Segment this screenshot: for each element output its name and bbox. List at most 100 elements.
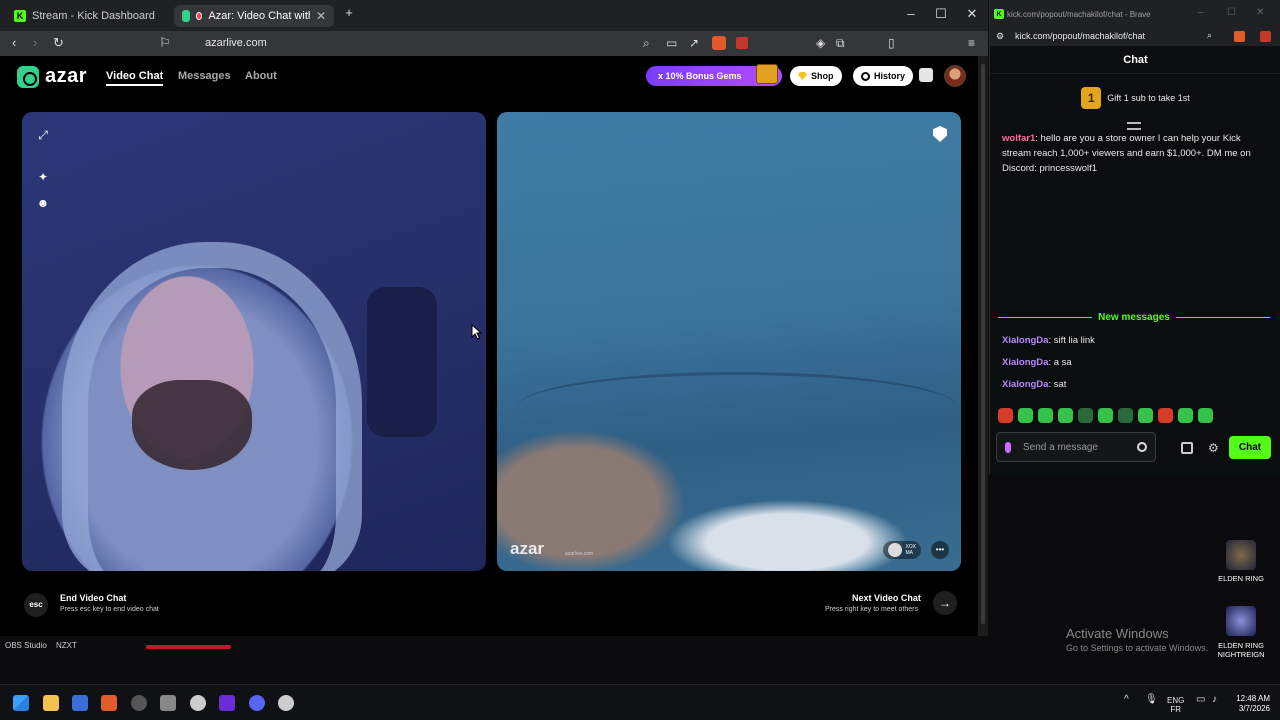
brave-browser-icon[interactable] xyxy=(101,695,117,711)
end-chat-button[interactable]: esc xyxy=(24,593,48,617)
share-icon[interactable]: ↗ xyxy=(689,36,699,50)
chat-bubble-icon[interactable]: ••• xyxy=(931,541,949,559)
gear-icon[interactable]: ⚙ xyxy=(1208,441,1219,455)
close-window-icon[interactable]: ✕ xyxy=(1256,7,1264,18)
minimize-icon[interactable]: – xyxy=(1198,7,1204,18)
emote-icon[interactable] xyxy=(1038,408,1053,423)
file-explorer-icon[interactable] xyxy=(43,695,59,711)
nav-about[interactable]: About xyxy=(245,70,277,82)
extensions-icon[interactable]: ⧉ xyxy=(836,36,845,51)
network-icon[interactable]: ▭ xyxy=(1196,695,1205,705)
scrollbar-thumb[interactable] xyxy=(981,64,985,624)
system-clock[interactable]: 12:48 AM 3/7/2026 xyxy=(1226,694,1270,714)
sidebar-icon[interactable]: ▯ xyxy=(888,36,895,50)
elden-ring-nightreign-icon[interactable] xyxy=(1226,606,1256,636)
reload-icon[interactable]: ↻ xyxy=(53,35,64,51)
back-icon[interactable]: ‹ xyxy=(12,35,16,50)
message-username[interactable]: XialongDa xyxy=(1002,357,1048,368)
windows-start-icon[interactable] xyxy=(13,695,29,711)
emote-icon[interactable] xyxy=(998,408,1013,423)
browser-window: K Stream - Kick Dashboard Azar: Video Ch… xyxy=(0,0,988,636)
url-field[interactable]: azarlive.com xyxy=(180,34,770,53)
chat-title-bar: K kick.com/popout/machakilof/chat - Brav… xyxy=(990,0,1280,28)
app-icon[interactable] xyxy=(160,695,176,711)
store-icon[interactable] xyxy=(919,68,933,82)
brave-shield-icon[interactable] xyxy=(712,36,726,50)
maximize-icon[interactable]: ☐ xyxy=(926,6,956,22)
tab-kick-dashboard[interactable]: K Stream - Kick Dashboard xyxy=(6,5,171,27)
site-info-icon[interactable]: ⚙ xyxy=(996,31,1004,42)
page-scrollbar[interactable] xyxy=(978,56,988,636)
gift-leaderboard[interactable]: 1 Gift 1 sub to take 1st xyxy=(990,74,1280,122)
chat-message-input[interactable]: Send a message xyxy=(996,432,1156,462)
message-username[interactable]: XialongDa xyxy=(1002,379,1048,390)
cast-icon[interactable]: ▭ xyxy=(666,36,677,50)
forward-icon[interactable]: › xyxy=(33,35,37,50)
emote-icon[interactable] xyxy=(1138,408,1153,423)
avatar[interactable] xyxy=(944,65,966,87)
emoji-picker-icon[interactable] xyxy=(1137,442,1147,452)
remote-video: azar azarlive.com XOX MA ••• xyxy=(497,112,961,571)
discord-icon[interactable] xyxy=(249,695,265,711)
brave-rewards-icon[interactable] xyxy=(1260,31,1271,42)
new-tab-icon[interactable]: + xyxy=(334,5,364,20)
obs-icon[interactable] xyxy=(131,695,147,711)
nav-messages[interactable]: Messages xyxy=(178,70,231,82)
chevron-up-icon[interactable]: ^ xyxy=(1124,695,1129,705)
microphone-icon[interactable]: 🎙 xyxy=(1145,695,1158,705)
new-messages-divider: New messages xyxy=(998,310,1270,324)
emote-icon[interactable] xyxy=(1158,408,1173,423)
nzxt-label[interactable]: NZXT xyxy=(56,641,77,650)
magic-wand-icon[interactable]: ✦ xyxy=(36,170,50,184)
emote-icon[interactable] xyxy=(1118,408,1133,423)
menu-icon[interactable]: ≡ xyxy=(968,36,975,50)
tab-azar[interactable]: Azar: Video Chat with New Pe ✕ xyxy=(174,5,334,27)
shop-label: Shop xyxy=(811,71,834,81)
chat-send-button[interactable]: Chat xyxy=(1229,436,1271,459)
bonus-gems-button[interactable]: x 10% Bonus Gems xyxy=(646,64,782,86)
face-filter-icon[interactable]: ☻ xyxy=(36,196,50,210)
zoom-icon[interactable]: ⌕ xyxy=(1207,30,1212,41)
nav-video-chat[interactable]: Video Chat xyxy=(106,70,164,86)
next-chat-button[interactable]: → xyxy=(933,591,957,615)
azar-logo[interactable]: azar xyxy=(17,65,87,88)
shield-icon[interactable]: ◈ xyxy=(816,36,825,50)
g-hub-icon[interactable] xyxy=(278,695,294,711)
history-button[interactable]: History xyxy=(853,66,914,86)
nzxt-icon[interactable] xyxy=(219,695,235,711)
maximize-icon[interactable]: ☐ xyxy=(1227,7,1236,18)
message-username[interactable]: XialongDa xyxy=(1002,335,1048,346)
remote-user-badge[interactable]: XOX MA xyxy=(883,541,921,559)
brave-shield-icon[interactable] xyxy=(1234,31,1245,42)
azar-logo-text: azar xyxy=(45,65,88,87)
emote-icon[interactable] xyxy=(1198,408,1213,423)
emote-icon[interactable] xyxy=(1178,408,1193,423)
close-window-icon[interactable]: ✕ xyxy=(957,6,987,22)
close-tab-icon[interactable]: ✕ xyxy=(316,9,326,23)
elden-ring-icon[interactable] xyxy=(1226,540,1256,570)
shop-button[interactable]: Shop xyxy=(790,66,842,86)
store-app-icon[interactable] xyxy=(72,695,88,711)
report-shield-icon[interactable] xyxy=(933,126,947,142)
obs-studio-label[interactable]: OBS Studio xyxy=(5,641,47,650)
chat-url[interactable]: kick.com/popout/machakilof/chat xyxy=(1015,31,1145,41)
fullscreen-icon[interactable]: ⤢ xyxy=(36,128,50,142)
language-indicator[interactable]: ENG FR xyxy=(1167,696,1184,714)
g-hub-icon[interactable] xyxy=(190,695,206,711)
minimize-icon[interactable]: – xyxy=(896,6,926,21)
brave-rewards-icon[interactable] xyxy=(736,37,748,49)
face-shape xyxy=(132,380,252,470)
zoom-icon[interactable]: ⌕ xyxy=(643,36,650,51)
message-username[interactable]: wolfar1 xyxy=(1002,133,1035,144)
volume-icon[interactable]: ♪ xyxy=(1212,695,1217,705)
emote-icon[interactable] xyxy=(1098,408,1113,423)
url-text: azarlive.com xyxy=(205,37,267,49)
emote-icon[interactable] xyxy=(1058,408,1073,423)
store-icon[interactable] xyxy=(1181,442,1193,454)
new-messages-label: New messages xyxy=(1098,311,1170,323)
chat-message: XialongDa: sat xyxy=(1002,379,1067,390)
tab-label: Stream - Kick Dashboard xyxy=(32,10,155,22)
emote-icon[interactable] xyxy=(1078,408,1093,423)
emote-icon[interactable] xyxy=(1018,408,1033,423)
bookmark-icon[interactable]: ⚐ xyxy=(159,35,171,51)
